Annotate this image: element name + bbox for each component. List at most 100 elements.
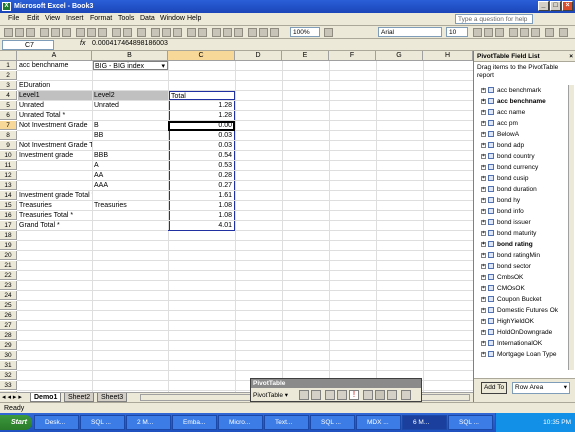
merge-icon[interactable]: [545, 28, 554, 37]
add-to-button[interactable]: Add To: [481, 382, 507, 394]
include-hidden-icon[interactable]: [363, 390, 373, 400]
level1-header[interactable]: Level1: [18, 91, 92, 100]
pivot-cell-b[interactable]: BBB: [93, 151, 168, 160]
expand-icon[interactable]: +: [481, 340, 486, 346]
pivot-cell-c[interactable]: 1.08: [169, 211, 235, 220]
expand-icon[interactable]: +: [481, 175, 486, 181]
level2-header[interactable]: Level2: [93, 91, 168, 100]
field-item[interactable]: + bond rating: [481, 239, 533, 250]
column-header-d[interactable]: D: [235, 51, 282, 61]
format-report-icon[interactable]: [299, 390, 309, 400]
field-item[interactable]: + HighYieldOK: [481, 316, 534, 327]
sort-desc-icon[interactable]: [173, 28, 182, 37]
taskbar-button[interactable]: SQL ...: [448, 415, 493, 430]
pivot-cell-c[interactable]: 1.28: [169, 111, 235, 120]
pivot-cell-b[interactable]: [93, 191, 168, 200]
pivot-cell-c[interactable]: 0.28: [169, 171, 235, 180]
autosum-icon[interactable]: [151, 28, 160, 37]
row-header[interactable]: 16: [0, 211, 17, 220]
menu-insert[interactable]: Insert: [66, 15, 84, 22]
page-field-dropdown[interactable]: BIG - BIG index ▾: [93, 61, 168, 70]
pivot-cell-b[interactable]: [93, 211, 168, 220]
row-header[interactable]: 20: [0, 251, 17, 260]
name-box[interactable]: C7: [2, 40, 54, 50]
field-item[interactable]: + Domestic Futures Ok: [481, 305, 558, 316]
expand-icon[interactable]: +: [481, 296, 486, 302]
pivot-cell-b[interactable]: A: [93, 161, 168, 170]
row-header[interactable]: 3: [0, 81, 17, 90]
row-header[interactable]: 7: [0, 121, 17, 130]
pivot-cell-b[interactable]: [93, 221, 168, 230]
pivot-cell-c[interactable]: 4.01: [169, 221, 235, 230]
taskbar-button[interactable]: 6 M...: [402, 415, 447, 430]
pivot-cell-a[interactable]: Not Investment Grade Total *: [18, 141, 92, 150]
field-list-scrollbar[interactable]: [568, 85, 574, 370]
expand-icon[interactable]: +: [481, 98, 486, 104]
row-header[interactable]: 21: [0, 261, 17, 270]
menu-data[interactable]: Data: [140, 15, 155, 22]
menu-tools[interactable]: Tools: [118, 15, 134, 22]
row-header[interactable]: 12: [0, 171, 17, 180]
taskbar-button[interactable]: 2 M...: [126, 415, 171, 430]
column-header-h[interactable]: H: [423, 51, 473, 61]
column-header-b[interactable]: B: [92, 51, 168, 61]
field-item[interactable]: + acc pm: [481, 118, 518, 129]
always-display-icon[interactable]: [375, 390, 385, 400]
row-header[interactable]: 2: [0, 71, 17, 80]
copy-icon[interactable]: [87, 28, 96, 37]
pivot-cell-a[interactable]: Grand Total *: [18, 221, 92, 230]
font-size-select[interactable]: 10: [446, 27, 468, 37]
pivot-cell-c[interactable]: 0.54: [169, 151, 235, 160]
pivot-cell-c[interactable]: 1.08: [169, 201, 235, 210]
field-item[interactable]: + Mortgage Loan Type: [481, 349, 557, 360]
close-button[interactable]: ×: [562, 1, 573, 11]
pivot-cell-c[interactable]: 0.27: [169, 181, 235, 190]
field-item[interactable]: + acc benchmark: [481, 85, 541, 96]
undo-icon[interactable]: [112, 28, 121, 37]
pivot-cell-a[interactable]: [18, 171, 92, 180]
menu-file[interactable]: File: [8, 15, 19, 22]
redo-icon[interactable]: [123, 28, 132, 37]
active-cell-c7[interactable]: [168, 121, 235, 131]
chevron-down-icon[interactable]: ▾: [161, 62, 165, 69]
minimize-button[interactable]: _: [538, 1, 549, 11]
pivot-cell-c[interactable]: 1.28: [169, 101, 235, 110]
underline-icon[interactable]: [495, 28, 504, 37]
column-header-f[interactable]: F: [329, 51, 376, 61]
row-header[interactable]: 11: [0, 161, 17, 170]
field-item[interactable]: + acc name: [481, 107, 525, 118]
field-item[interactable]: + bond hy: [481, 195, 520, 206]
pivot-cell-a[interactable]: [18, 161, 92, 170]
pivot-cell-c[interactable]: 0.03: [169, 131, 235, 140]
chevron-down-icon[interactable]: ▾: [564, 383, 567, 393]
pivottable-menu-button[interactable]: PivotTable ▾: [253, 390, 288, 401]
show-detail-icon[interactable]: [337, 390, 347, 400]
map-icon[interactable]: [234, 28, 243, 37]
row-header[interactable]: 27: [0, 321, 17, 330]
hyperlink-icon[interactable]: [137, 28, 146, 37]
pivot-cell-b[interactable]: AA: [93, 171, 168, 180]
row-header[interactable]: 31: [0, 361, 17, 370]
field-list-toggle-icon[interactable]: [401, 390, 411, 400]
row-header[interactable]: 15: [0, 201, 17, 210]
menu-edit[interactable]: Edit: [27, 15, 39, 22]
pivot-cell-a[interactable]: [18, 131, 92, 140]
function-icon[interactable]: [223, 28, 232, 37]
hide-detail-icon[interactable]: [325, 390, 335, 400]
pivot-cell-a[interactable]: [18, 181, 92, 190]
menu-format[interactable]: Format: [90, 15, 112, 22]
expand-icon[interactable]: +: [481, 329, 486, 335]
pivot-cell-a[interactable]: Investment grade Total *: [18, 191, 92, 200]
align-right-icon[interactable]: [531, 28, 540, 37]
row-header[interactable]: 32: [0, 371, 17, 380]
pivot-cell-b[interactable]: AAA: [93, 181, 168, 190]
pivot-cell-c[interactable]: 0.03: [169, 141, 235, 150]
expand-icon[interactable]: +: [481, 252, 486, 258]
expand-icon[interactable]: +: [481, 230, 486, 236]
pivot-cell-b[interactable]: [93, 111, 168, 120]
field-item[interactable]: + InternationalOK: [481, 338, 542, 349]
row-header[interactable]: 23: [0, 281, 17, 290]
sigma-icon[interactable]: [212, 28, 221, 37]
expand-icon[interactable]: +: [481, 87, 486, 93]
row-header[interactable]: 13: [0, 181, 17, 190]
